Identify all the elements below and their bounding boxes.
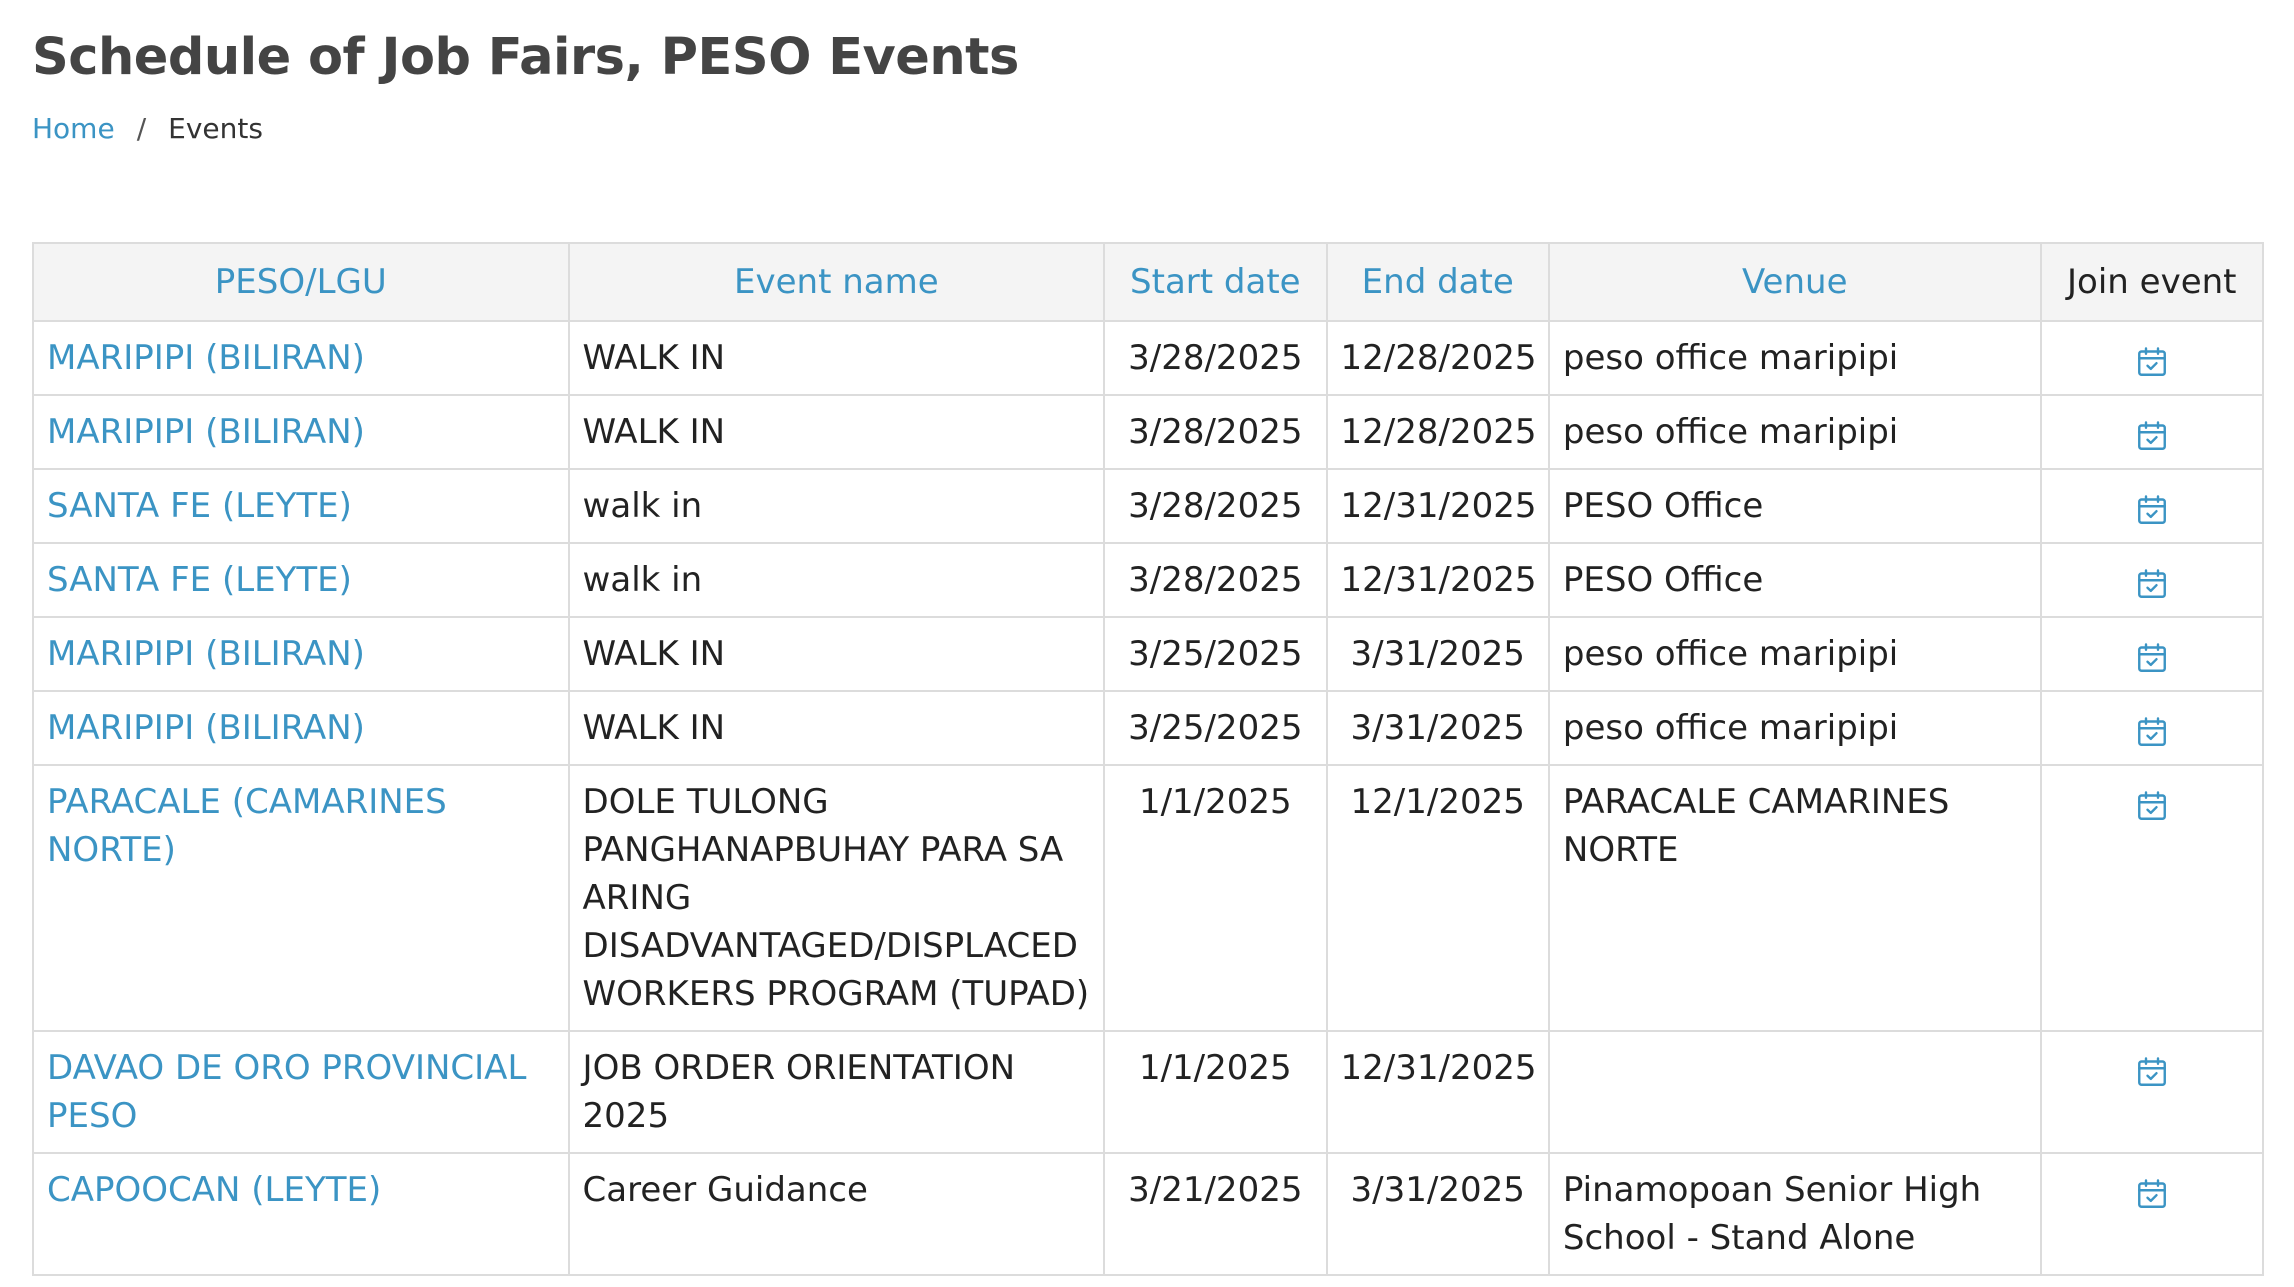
calendar-check-icon[interactable] — [2134, 714, 2170, 750]
table-row: SANTA FE (LEYTE) walk in 3/28/2025 12/31/20… — [32, 542, 2265, 618]
calendar-check-icon[interactable] — [2134, 418, 2170, 454]
event-name-cell: walk in — [567, 542, 1106, 618]
start-date-cell: 3/28/2025 — [1103, 320, 1328, 396]
start-date-cell: 3/28/2025 — [1103, 542, 1328, 618]
calendar-check-icon[interactable] — [2134, 566, 2170, 602]
join-event-cell — [2039, 320, 2265, 396]
peso-lgu-link[interactable]: CAPOOCAN (LEYTE) — [32, 1152, 570, 1276]
event-name-cell: WALK IN — [567, 690, 1106, 766]
table-row: PARACALE (CAMARINES NORTE) DOLE TULONG PA… — [32, 764, 2265, 1032]
end-date-cell: 12/1/2025 — [1325, 764, 1550, 1032]
calendar-check-icon[interactable] — [2134, 788, 2170, 824]
event-name-cell: WALK IN — [567, 320, 1106, 396]
venue-cell: Pinamopoan Senior High School - Stand Al… — [1547, 1152, 2042, 1276]
join-event-cell — [2039, 1030, 2265, 1154]
venue-cell: PESO Office — [1547, 542, 2042, 618]
column-header-event-name[interactable]: Event name — [567, 242, 1106, 322]
table-row: SANTA FE (LEYTE) walk in 3/28/2025 12/31/20… — [32, 468, 2265, 544]
calendar-check-icon[interactable] — [2134, 640, 2170, 676]
start-date-cell: 1/1/2025 — [1103, 764, 1328, 1032]
events-table-header: PESO/LGU Event name Start date End date … — [32, 242, 2265, 322]
breadcrumb-separator: / — [136, 112, 147, 145]
start-date-cell: 3/25/2025 — [1103, 616, 1328, 692]
event-name-cell: walk in — [567, 468, 1106, 544]
venue-cell: peso office maripipi — [1547, 394, 2042, 470]
start-date-cell: 3/28/2025 — [1103, 468, 1328, 544]
join-event-cell — [2039, 542, 2265, 618]
calendar-check-icon[interactable] — [2134, 1054, 2170, 1090]
event-name-cell: WALK IN — [567, 394, 1106, 470]
venue-cell — [1547, 1030, 2042, 1154]
start-date-cell: 1/1/2025 — [1103, 1030, 1328, 1154]
header-row: PESO/LGU Event name Start date End date … — [32, 242, 2265, 322]
venue-cell: peso office maripipi — [1547, 616, 2042, 692]
peso-lgu-link[interactable]: MARIPIPI (BILIRAN) — [32, 616, 570, 692]
start-date-cell: 3/25/2025 — [1103, 690, 1328, 766]
event-name-cell: WALK IN — [567, 616, 1106, 692]
start-date-cell: 3/28/2025 — [1103, 394, 1328, 470]
events-table-body: MARIPIPI (BILIRAN) WALK IN 3/28/2025 12/28/… — [32, 320, 2265, 1276]
breadcrumb: Home / Events — [32, 112, 263, 145]
join-event-cell — [2039, 764, 2265, 1032]
peso-lgu-link[interactable]: DAVAO DE ORO PROVINCIAL PESO — [32, 1030, 570, 1154]
table-row: DAVAO DE ORO PROVINCIAL PESO JOB ORDER OR… — [32, 1030, 2265, 1154]
event-name-cell: Career Guidance — [567, 1152, 1106, 1276]
page-title: Schedule of Job Fairs, PESO Events — [32, 28, 1019, 87]
peso-lgu-link[interactable]: SANTA FE (LEYTE) — [32, 468, 570, 544]
peso-lgu-link[interactable]: MARIPIPI (BILIRAN) — [32, 690, 570, 766]
peso-lgu-link[interactable]: SANTA FE (LEYTE) — [32, 542, 570, 618]
peso-lgu-link[interactable]: MARIPIPI (BILIRAN) — [32, 394, 570, 470]
peso-lgu-link[interactable]: PARACALE (CAMARINES NORTE) — [32, 764, 570, 1032]
table-row: MARIPIPI (BILIRAN) WALK IN 3/25/2025 3/31/2… — [32, 690, 2265, 766]
column-header-end-date[interactable]: End date — [1325, 242, 1550, 322]
table-row: CAPOOCAN (LEYTE) Career Guidance 3/21/2025… — [32, 1152, 2265, 1276]
end-date-cell: 12/31/2025 — [1325, 1030, 1550, 1154]
end-date-cell: 3/31/2025 — [1325, 1152, 1550, 1276]
calendar-check-icon[interactable] — [2134, 492, 2170, 528]
breadcrumb-home-link[interactable]: Home — [32, 112, 115, 145]
venue-cell: peso office maripipi — [1547, 320, 2042, 396]
join-event-cell — [2039, 394, 2265, 470]
join-event-cell — [2039, 690, 2265, 766]
join-event-cell — [2039, 468, 2265, 544]
join-event-cell — [2039, 1152, 2265, 1276]
table-row: MARIPIPI (BILIRAN) WALK IN 3/28/2025 12/28/… — [32, 320, 2265, 396]
column-header-join-event: Join event — [2039, 242, 2265, 322]
end-date-cell: 12/28/2025 — [1325, 394, 1550, 470]
events-page: Schedule of Job Fairs, PESO Events Home … — [0, 0, 2294, 1287]
end-date-cell: 3/31/2025 — [1325, 690, 1550, 766]
end-date-cell: 12/31/2025 — [1325, 542, 1550, 618]
start-date-cell: 3/21/2025 — [1103, 1152, 1328, 1276]
venue-cell: peso office maripipi — [1547, 690, 2042, 766]
event-name-cell: JOB ORDER ORIENTATION 2025 — [567, 1030, 1106, 1154]
column-header-venue[interactable]: Venue — [1547, 242, 2042, 322]
column-header-peso-lgu[interactable]: PESO/LGU — [32, 242, 570, 322]
end-date-cell: 12/31/2025 — [1325, 468, 1550, 544]
end-date-cell: 3/31/2025 — [1325, 616, 1550, 692]
column-header-start-date[interactable]: Start date — [1103, 242, 1328, 322]
venue-cell: PESO Office — [1547, 468, 2042, 544]
peso-lgu-link[interactable]: MARIPIPI (BILIRAN) — [32, 320, 570, 396]
calendar-check-icon[interactable] — [2134, 1176, 2170, 1212]
event-name-cell: DOLE TULONG PANGHANAPBUHAY PARA SA ARING… — [567, 764, 1106, 1032]
table-row: MARIPIPI (BILIRAN) WALK IN 3/25/2025 3/31/2… — [32, 616, 2265, 692]
venue-cell: PARACALE CAMARINES NORTE — [1547, 764, 2042, 1032]
breadcrumb-current: Events — [168, 112, 263, 145]
end-date-cell: 12/28/2025 — [1325, 320, 1550, 396]
table-row: MARIPIPI (BILIRAN) WALK IN 3/28/2025 12/28/… — [32, 394, 2265, 470]
join-event-cell — [2039, 616, 2265, 692]
calendar-check-icon[interactable] — [2134, 344, 2170, 380]
events-table: PESO/LGU Event name Start date End date … — [32, 242, 2265, 1276]
